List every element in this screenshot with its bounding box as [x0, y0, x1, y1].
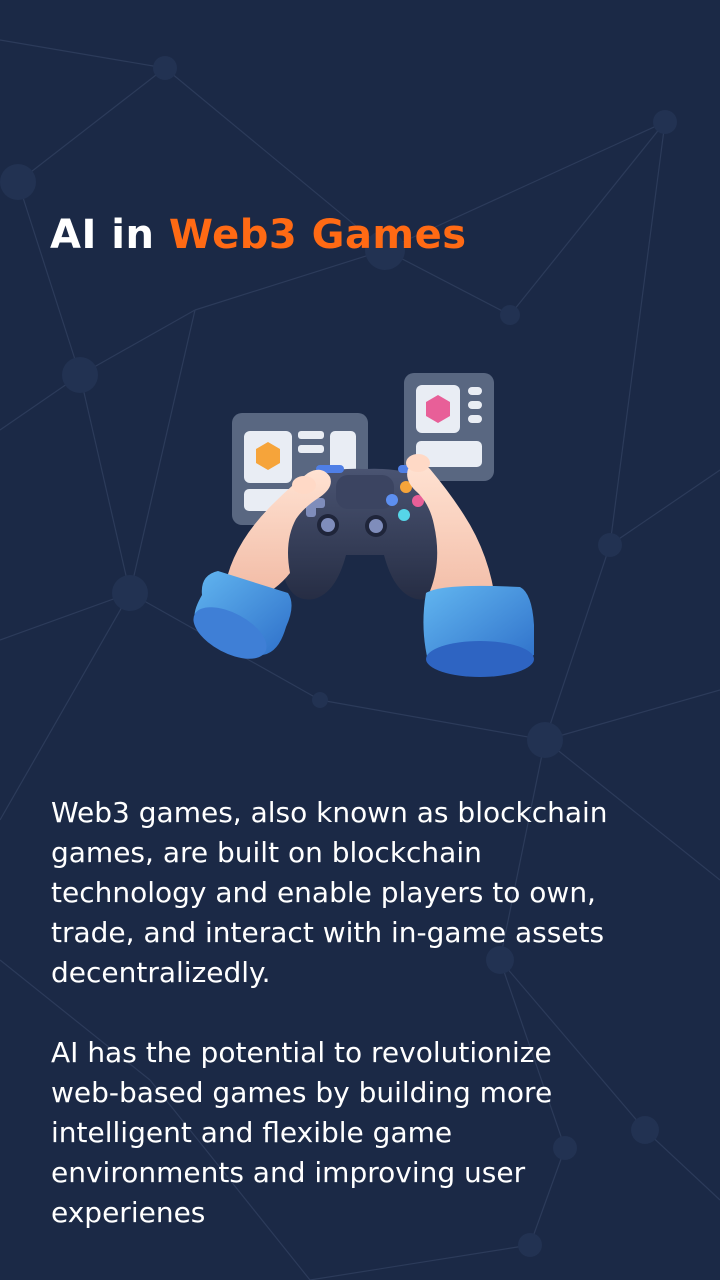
paragraph-web3-games: Web3 games, also known as blockchain gam… — [51, 796, 608, 989]
paragraph-ai-potential: AI has the potential to revolutionize we… — [51, 1036, 553, 1229]
title-accent: Web3 Games — [168, 212, 467, 258]
body-text: Web3 games, also known as blockchain gam… — [51, 793, 691, 1233]
title-lead: AI in — [50, 212, 155, 258]
right-sleeve-cuff — [423, 585, 534, 677]
page-title: AI in Web3 Games — [50, 207, 467, 263]
gamepad-hands-illustration — [193, 373, 534, 677]
